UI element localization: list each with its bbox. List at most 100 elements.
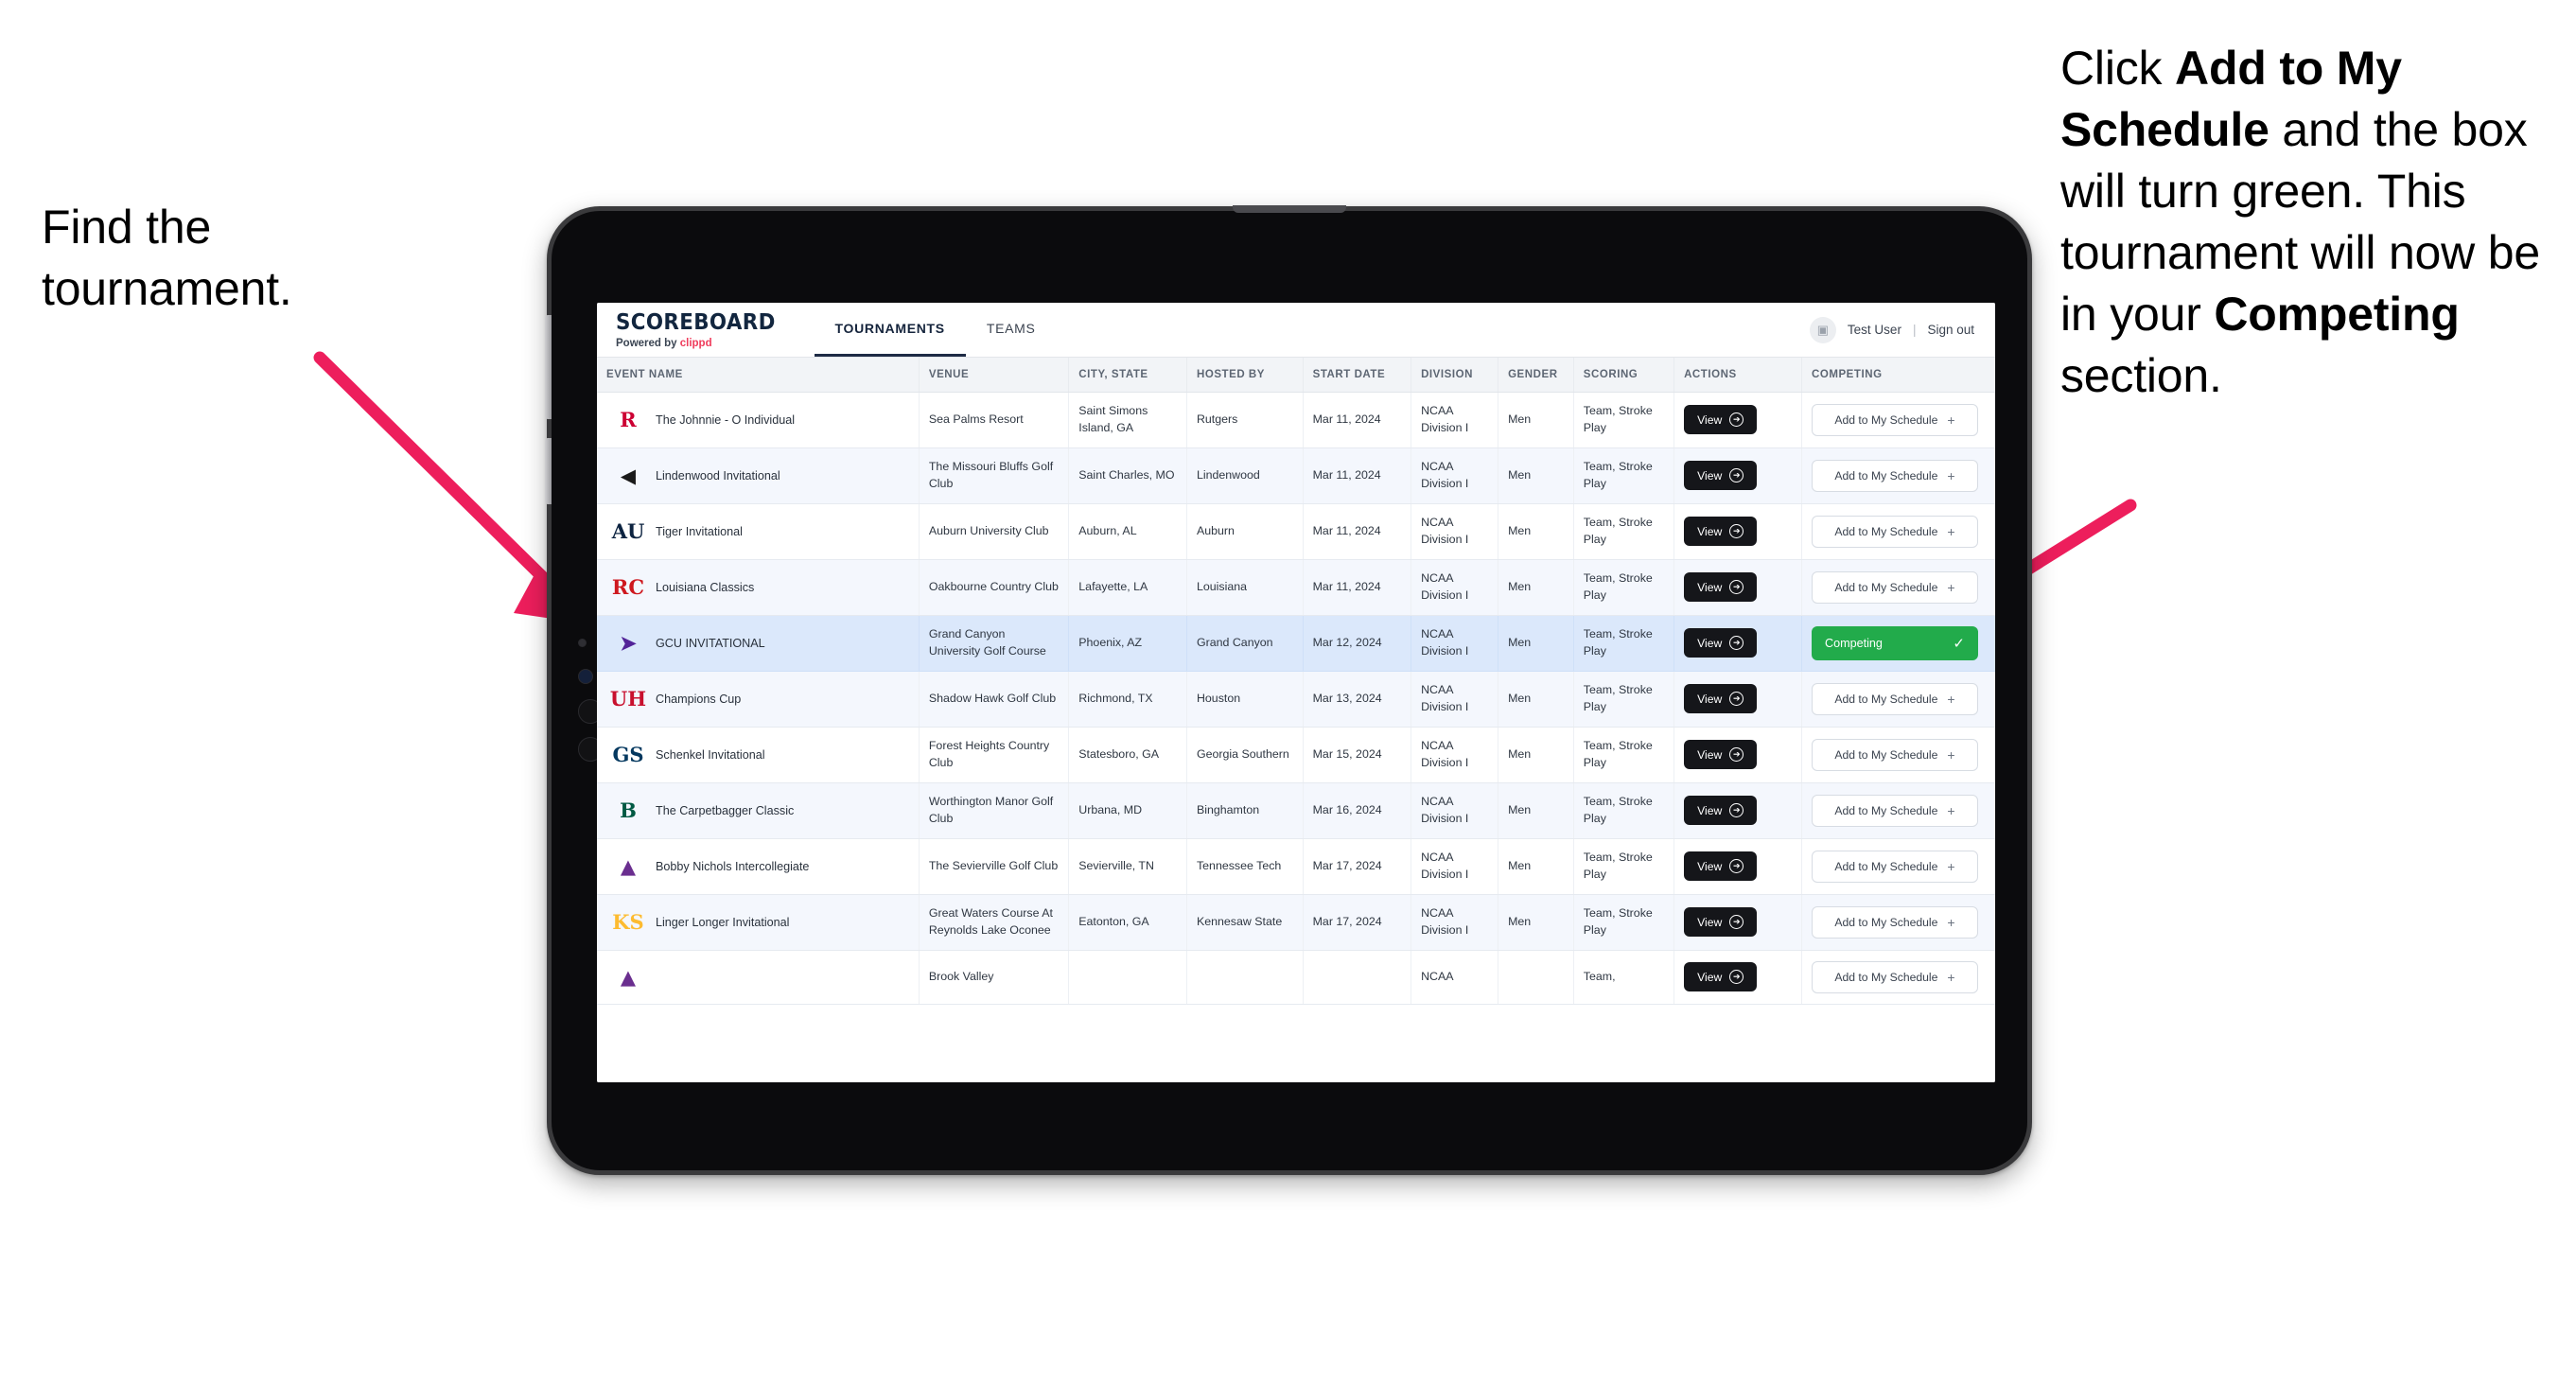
view-button[interactable]: View ➔ [1684,517,1758,547]
cell-event-name: ▲ Bobby Nichols Intercollegiate [597,838,920,895]
cell-competing: Add to My Schedule + [1801,392,1995,448]
tab-tournaments[interactable]: TOURNAMENTS [814,303,966,357]
cell-start-date [1303,950,1412,1005]
table-row[interactable]: GS Schenkel Invitational Forest Heights Co… [597,727,1995,783]
app-viewport: SCOREBOARD Powered by clippd TOURNAMENTS… [597,303,1995,1082]
table-row[interactable]: ◀ Lindenwood Invitational The Missouri Blu… [597,447,1995,504]
table-row-partial[interactable]: ▲ Brook Valley NCAA Team, View ➔ Add to My … [597,950,1995,1005]
table-row[interactable]: UH Champions Cup Shadow Hawk Golf Club Rich… [597,671,1995,728]
arrow-right-circle-icon: ➔ [1729,747,1744,763]
cell-division: NCAA Division I [1411,727,1499,783]
cell-start-date: Mar 13, 2024 [1303,671,1412,728]
view-button[interactable]: View ➔ [1684,740,1758,770]
table-row[interactable]: AU Tiger Invitational Auburn University Cl… [597,503,1995,560]
add-to-my-schedule-button[interactable]: Add to My Schedule + [1811,960,1978,993]
view-button[interactable]: View ➔ [1684,405,1758,435]
ragin-cajuns-logo: RC [611,575,645,600]
view-label: View [1697,468,1723,482]
table-row[interactable]: ▲ Bobby Nichols Intercollegiate The Sevier… [597,838,1995,895]
cell-event-name: B The Carpetbagger Classic [597,782,920,839]
cell-gender: Men [1498,838,1574,895]
col-hosted-by[interactable]: HOSTED BY [1186,358,1304,393]
cell-actions: View ➔ [1674,727,1802,783]
competing-badge[interactable]: Competing ✓ [1811,625,1978,660]
view-button[interactable]: View ➔ [1684,851,1758,882]
tab-teams[interactable]: TEAMS [966,303,1057,357]
cell-scoring: Team, [1573,950,1675,1005]
add-to-my-schedule-label: Add to My Schedule [1834,803,1938,817]
cell-division: NCAA Division I [1411,447,1499,504]
col-competing[interactable]: COMPETING [1801,358,1995,393]
view-button[interactable]: View ➔ [1684,461,1758,491]
cell-division: NCAA Division I [1411,671,1499,728]
view-button[interactable]: View ➔ [1684,962,1758,992]
brand-logo[interactable]: SCOREBOARD Powered by clippd [597,303,805,357]
add-to-my-schedule-label: Add to My Schedule [1834,859,1938,873]
arrow-right-circle-icon: ➔ [1729,970,1744,985]
tournaments-table-scroll[interactable]: EVENT NAME VENUE CITY, STATE HOSTED BY S… [597,358,1995,1082]
cell-venue: Grand Canyon University Golf Course [919,615,1070,672]
cell-hosted-by: Auburn [1186,503,1304,560]
add-to-my-schedule-button[interactable]: Add to My Schedule + [1811,403,1978,436]
cell-division: NCAA Division I [1411,559,1499,616]
main-nav-tabs: TOURNAMENTS TEAMS [814,303,1057,357]
cell-actions: View ➔ [1674,503,1802,560]
col-start-date[interactable]: START DATE [1303,358,1412,393]
view-button[interactable]: View ➔ [1684,796,1758,826]
add-to-my-schedule-button[interactable]: Add to My Schedule + [1811,850,1978,883]
col-gender[interactable]: GENDER [1498,358,1574,393]
cell-event-name: ▲ [597,950,920,1005]
event-name-text: Schenkel Invitational [656,747,765,762]
user-avatar-icon[interactable]: ▣ [1809,316,1836,343]
table-row[interactable]: ➤ GCU INVITATIONAL Grand Canyon University… [597,615,1995,672]
view-label: View [1697,970,1723,984]
view-button[interactable]: View ➔ [1684,684,1758,714]
arrow-right-circle-icon: ➔ [1729,524,1744,539]
cell-division: NCAA [1411,950,1499,1005]
add-to-my-schedule-button[interactable]: Add to My Schedule + [1811,459,1978,492]
kennesaw-state-logo: KS [612,910,644,935]
add-to-my-schedule-button[interactable]: Add to My Schedule + [1811,682,1978,715]
arrow-right-circle-icon: ➔ [1729,412,1744,428]
table-header: EVENT NAME VENUE CITY, STATE HOSTED BY S… [597,358,1995,393]
cell-hosted-by: Rutgers [1186,392,1304,448]
plus-icon: + [1947,691,1955,707]
table-row[interactable]: RC Louisiana Classics Oakbourne Country Cl… [597,559,1995,616]
tournaments-table: EVENT NAME VENUE CITY, STATE HOSTED BY S… [597,358,1995,1005]
cell-city-state: Urbana, MD [1068,782,1187,839]
view-button[interactable]: View ➔ [1684,572,1758,603]
view-button[interactable]: View ➔ [1684,628,1758,658]
cell-city-state: Richmond, TX [1068,671,1187,728]
col-city-state[interactable]: CITY, STATE [1068,358,1187,393]
table-row[interactable]: KS Linger Longer Invitational Great Waters… [597,894,1995,951]
cell-hosted-by: Grand Canyon [1186,615,1304,672]
table-row[interactable]: B The Carpetbagger Classic Worthington Man… [597,782,1995,839]
add-to-my-schedule-button[interactable]: Add to My Schedule + [1811,570,1978,604]
col-event-name[interactable]: EVENT NAME [597,358,920,393]
table-row[interactable]: R The Johnnie - O Individual Sea Palms Res… [597,392,1995,448]
arrow-right-circle-icon: ➔ [1729,636,1744,651]
cell-scoring: Team, Stroke Play [1573,671,1675,728]
add-to-my-schedule-button[interactable]: Add to My Schedule + [1811,794,1978,827]
cell-gender: Men [1498,559,1574,616]
cell-venue: Oakbourne Country Club [919,559,1070,616]
cell-hosted-by [1186,950,1304,1005]
plus-icon: + [1947,858,1955,874]
col-actions[interactable]: ACTIONS [1674,358,1802,393]
sign-out-link[interactable]: Sign out [1927,323,1974,337]
tablet-camera-dot [578,669,593,684]
plus-icon: + [1947,412,1955,428]
callout-left-line2: tournament. [42,262,292,315]
add-to-my-schedule-button[interactable]: Add to My Schedule + [1811,515,1978,548]
col-division[interactable]: DIVISION [1411,358,1499,393]
cell-gender [1498,950,1574,1005]
add-to-my-schedule-button[interactable]: Add to My Schedule + [1811,905,1978,939]
cell-city-state [1068,950,1187,1005]
cell-event-name: R The Johnnie - O Individual [597,392,920,448]
cell-event-name: RC Louisiana Classics [597,559,920,616]
add-to-my-schedule-button[interactable]: Add to My Schedule + [1811,738,1978,771]
col-scoring[interactable]: SCORING [1573,358,1675,393]
cell-gender: Men [1498,392,1574,448]
col-venue[interactable]: VENUE [919,358,1070,393]
view-button[interactable]: View ➔ [1684,907,1758,938]
